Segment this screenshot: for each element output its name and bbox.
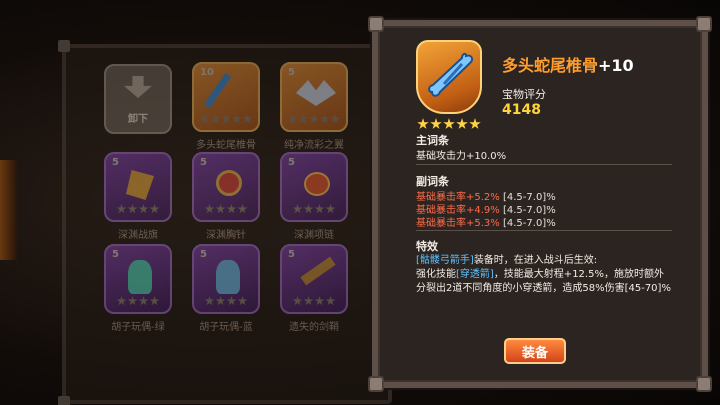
rating-value: 4148 — [502, 102, 541, 118]
bolt-icon — [58, 396, 70, 405]
star-icon — [456, 118, 468, 129]
rating-label: 宝物评分 — [502, 88, 546, 101]
special-line: 装备时，在进入战斗后生效: — [473, 255, 598, 266]
divider — [416, 230, 672, 231]
inventory-panel: 卸下 10 多头蛇尾椎骨 5 纯净流彩之翼 5 深渊战旗 5 深渊胸针 5 深渊… — [58, 40, 392, 405]
slot-label: 纯净流彩之翼 — [284, 140, 344, 151]
sub-stat-row: 基础暴击率+5.3% [4.5-7.0]% — [416, 214, 556, 229]
inventory-slot[interactable]: 5 — [280, 62, 348, 132]
star-icon — [443, 118, 455, 129]
slot-stars — [112, 296, 164, 308]
equip-button[interactable]: 装备 — [504, 338, 566, 364]
slot-label: 深渊战旗 — [118, 230, 158, 241]
doll-green-icon — [128, 260, 152, 294]
inventory-slot[interactable]: 5 — [104, 152, 172, 222]
inventory-slot[interactable]: 10 — [192, 62, 260, 132]
sub-stat-value: 基础暴击率+5.3% — [416, 218, 500, 229]
slot-level: 5 — [288, 67, 295, 78]
bolt-icon — [368, 376, 384, 392]
item-upgrade-level: +10 — [598, 56, 634, 75]
slot-level: 5 — [200, 249, 207, 260]
inventory-slot[interactable]: 5 — [192, 152, 260, 222]
star-icon — [430, 118, 442, 129]
inventory-slot[interactable]: 5 — [280, 244, 348, 314]
main-stat-line: 基础攻击力+10.0% — [416, 151, 507, 162]
inventory-slot[interactable]: 5 — [280, 152, 348, 222]
banner-icon — [126, 170, 154, 200]
slot-label: 胡子玩偶-绿 — [111, 322, 165, 333]
torch-glow — [0, 160, 18, 260]
special-title: 特效 — [416, 240, 438, 253]
wings-icon — [296, 80, 336, 106]
item-name-text: 多头蛇尾椎骨 — [502, 56, 599, 75]
bone-icon — [428, 52, 474, 97]
divider — [416, 164, 672, 165]
slot-level: 5 — [288, 249, 295, 260]
slot-stars — [200, 204, 252, 216]
doll-blue-icon — [216, 260, 240, 294]
bolt-icon — [368, 16, 384, 32]
slot-stars — [288, 296, 340, 308]
item-detail-card: 多头蛇尾椎骨+10 宝物评分 4148 主词条 基础攻击力+10.0% 副词条 … — [368, 16, 712, 392]
bolt-icon — [696, 376, 712, 392]
sub-stat-range: [4.5-7.0]% — [502, 218, 556, 229]
inventory-slot[interactable]: 5 — [104, 244, 172, 314]
special-description: [骷髅弓箭手]装备时，在进入战斗后生效: 强化技能[穿透箭]，技能最大射程+12… — [416, 254, 672, 296]
slot-stars — [112, 204, 164, 216]
bolt-icon — [58, 40, 70, 52]
hero-tag: [骷髅弓箭手] — [416, 255, 474, 266]
item-portrait — [416, 40, 482, 114]
bolt-icon — [696, 16, 712, 32]
skill-tag: [穿透箭] — [456, 269, 494, 280]
unload-label: 卸下 — [128, 114, 148, 125]
slot-stars — [200, 296, 252, 308]
slot-label: 遗失的剑鞘 — [289, 322, 339, 333]
slot-level: 5 — [112, 157, 119, 168]
slot-level: 5 — [112, 249, 119, 260]
inventory-slot[interactable]: 5 — [192, 244, 260, 314]
slot-label: 多头蛇尾椎骨 — [196, 140, 256, 151]
special-line: 强化技能 — [416, 269, 456, 280]
sub-stat-title: 副词条 — [416, 175, 449, 188]
slot-label: 深渊项链 — [294, 230, 334, 241]
brooch-icon — [216, 170, 242, 196]
slot-stars — [200, 114, 252, 126]
slot-stars — [288, 114, 340, 126]
star-icon — [469, 118, 481, 129]
star-icon — [417, 118, 429, 129]
slot-label: 深渊胸针 — [206, 230, 246, 241]
slot-label: 胡子玩偶-蓝 — [199, 322, 253, 333]
main-stat-title: 主词条 — [416, 134, 449, 147]
arrow-down-icon — [124, 76, 152, 98]
item-stars — [417, 118, 481, 130]
necklace-icon — [304, 172, 330, 196]
unload-slot[interactable]: 卸下 — [104, 64, 172, 134]
slot-stars — [288, 204, 340, 216]
item-name: 多头蛇尾椎骨+10 — [502, 52, 634, 76]
slot-level: 5 — [288, 157, 295, 168]
slot-level: 10 — [200, 67, 214, 78]
slot-level: 5 — [200, 157, 207, 168]
scabbard-icon — [300, 256, 336, 286]
